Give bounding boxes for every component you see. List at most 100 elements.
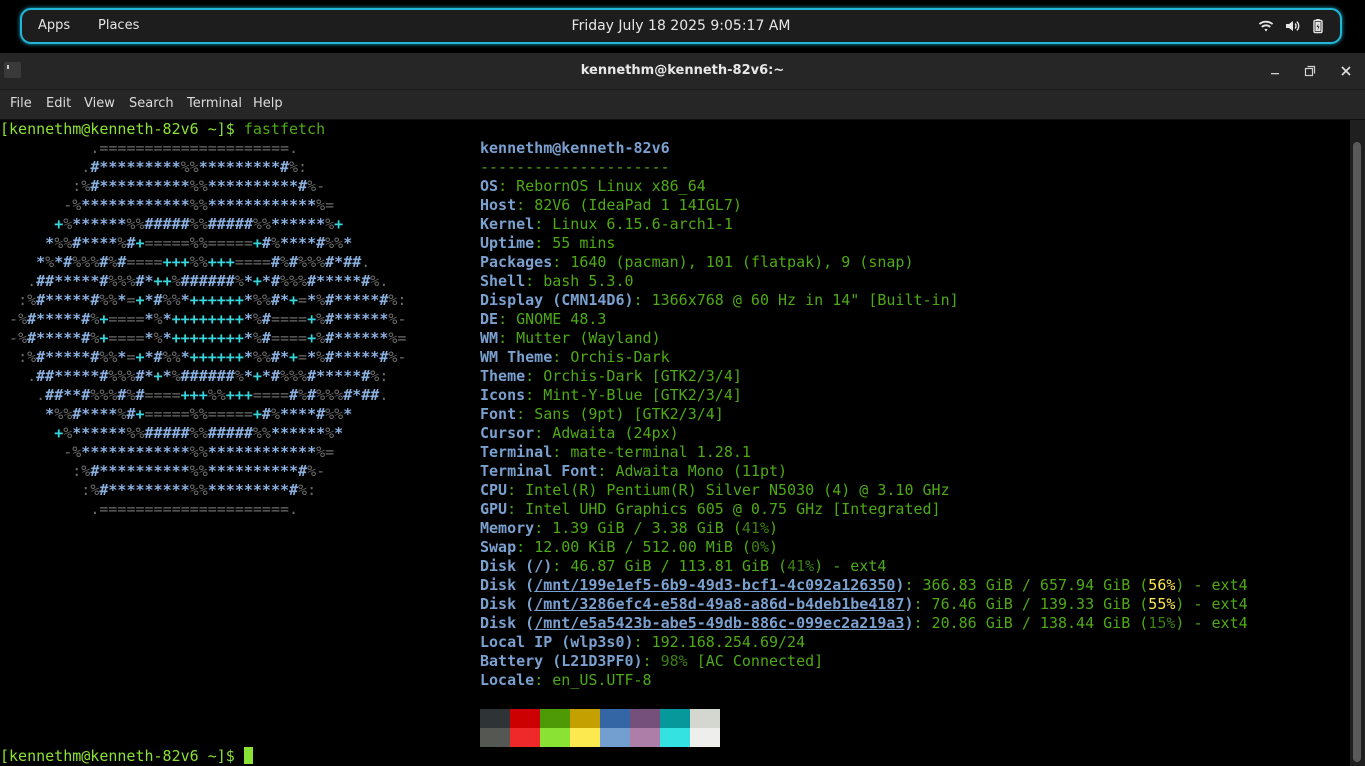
info-key: Uptime bbox=[480, 234, 535, 252]
info-value: 1640 (pacman), 101 (flatpak), 9 (snap) bbox=[570, 253, 914, 271]
info-row: Kernel: Linux 6.15.6-arch1-1 bbox=[480, 215, 733, 233]
window-title: kennethm@kenneth-82v6:~ bbox=[580, 63, 785, 78]
ascii-logo-row: :%#**********%%**********#%- bbox=[72, 177, 326, 195]
info-row: Uptime: 55 mins bbox=[480, 234, 616, 252]
ascii-logo-row: +%******%%#####%%#####%%******%* bbox=[54, 424, 344, 442]
color-swatch bbox=[630, 709, 660, 728]
color-swatch bbox=[690, 709, 720, 728]
color-swatch bbox=[540, 709, 570, 728]
disk-percent: 55% bbox=[1148, 595, 1176, 613]
info-disk: Disk (/mnt/e5a5423b-abe5-49db-886c-099ec… bbox=[480, 614, 1248, 632]
ascii-logo-row: :%#**********%%**********#%- bbox=[72, 462, 326, 480]
clock[interactable]: Friday July 18 2025 9:05:17 AM bbox=[22, 10, 1340, 42]
info-local-ip: Local IP (wlp3s0): 192.168.254.69/24 bbox=[480, 633, 806, 651]
color-palette bbox=[480, 709, 720, 747]
menu-help[interactable]: Help bbox=[253, 90, 283, 118]
info-disk: Disk (/): 46.87 GiB / 113.81 GiB (41%) -… bbox=[480, 557, 887, 575]
command-line: [kennethm@kenneth-82v6 ~]$ fastfetch bbox=[0, 120, 325, 139]
scrollbar[interactable] bbox=[1350, 120, 1365, 766]
info-value: 1.39 GiB / 3.38 GiB ( bbox=[552, 519, 742, 537]
info-value: mate-terminal 1.28.1 bbox=[570, 443, 751, 461]
color-swatch bbox=[510, 709, 540, 728]
places-menu-button[interactable]: Places bbox=[98, 10, 139, 42]
system-tray[interactable] bbox=[1258, 18, 1326, 34]
info-key: Cursor bbox=[480, 424, 535, 442]
info-disk: Disk (/mnt/3286efc4-e58d-49a8-a86d-b4deb… bbox=[480, 595, 1248, 613]
info-row: Cursor: Adwaita (24px) bbox=[480, 424, 679, 442]
ascii-logo-row: .=====================. bbox=[90, 139, 299, 157]
close-button[interactable] bbox=[1337, 62, 1355, 80]
info-key: WM Theme bbox=[480, 348, 553, 366]
prompt: [kennethm@kenneth-82v6 ~]$ bbox=[0, 747, 244, 765]
info-value: Intel(R) Pentium(R) Silver N5030 (4) @ 3… bbox=[525, 481, 950, 499]
menu-view[interactable]: View bbox=[84, 90, 115, 118]
disk-usage: 366.83 GiB / 657.94 GiB ( bbox=[922, 576, 1149, 594]
info-value: Sans (9pt) [GTK2/3/4] bbox=[534, 405, 724, 423]
info-key: WM bbox=[480, 329, 499, 347]
info-row: Terminal Font: Adwaita Mono (11pt) bbox=[480, 462, 788, 480]
separator: --------------------- bbox=[480, 158, 670, 176]
color-swatch bbox=[480, 709, 510, 728]
ascii-logo-row: .#*********%%*********#%: bbox=[81, 158, 308, 176]
menu-search[interactable]: Search bbox=[129, 90, 174, 118]
ascii-logo-row: *%*#%%%#%#====+++%%+++====#%#%%%#*##. bbox=[36, 253, 371, 271]
info-row: WM: Mutter (Wayland) bbox=[480, 329, 661, 347]
menu-file[interactable]: File bbox=[10, 90, 32, 118]
info-row: Terminal: mate-terminal 1.28.1 bbox=[480, 443, 751, 461]
ascii-logo-row: :%#*****#%%*=+*#%%*++++++*%%#*+=*%#*****… bbox=[18, 348, 407, 366]
terminal-area[interactable]: [kennethm@kenneth-82v6 ~]$ fastfetch .==… bbox=[0, 120, 1350, 766]
ascii-logo-row: *%%#****%#+=====%%=====+#%****#%%* bbox=[45, 405, 353, 423]
menu-edit[interactable]: Edit bbox=[46, 90, 71, 118]
apps-menu-button[interactable]: Apps bbox=[38, 10, 70, 42]
info-value: Orchis-Dark bbox=[570, 348, 670, 366]
info-key: OS bbox=[480, 177, 499, 195]
disk-suffix: ) - ext4 bbox=[1175, 595, 1248, 613]
disk-suffix: ) - ext4 bbox=[1175, 576, 1248, 594]
info-key: Shell bbox=[480, 272, 526, 290]
info-locale: Locale: en_US.UTF-8 bbox=[480, 671, 652, 689]
info-value: bash 5.3.0 bbox=[543, 272, 634, 290]
info-swap: Swap: 12.00 KiB / 512.00 MiB (0%) bbox=[480, 538, 779, 556]
info-row: Host: 82V6 (IdeaPad 1 14IGL7) bbox=[480, 196, 742, 214]
info-key: Host bbox=[480, 196, 517, 214]
info-value: 55 mins bbox=[552, 234, 616, 252]
minimize-icon bbox=[1271, 73, 1279, 75]
info-value: GNOME 48.3 bbox=[516, 310, 607, 328]
info-value: RebornOS Linux x86_64 bbox=[516, 177, 706, 195]
swap-percent: 0% bbox=[750, 538, 769, 556]
volume-icon[interactable] bbox=[1284, 18, 1300, 34]
active-prompt-line[interactable]: [kennethm@kenneth-82v6 ~]$ bbox=[0, 747, 253, 766]
menu-bar: File Edit View Search Terminal Help bbox=[0, 90, 1365, 120]
disk-suffix: ) - ext4 bbox=[1175, 614, 1248, 632]
window-titlebar[interactable]: kennethm@kenneth-82v6:~ bbox=[0, 53, 1365, 90]
disk-key: Disk ( bbox=[480, 557, 535, 575]
wifi-icon[interactable] bbox=[1258, 18, 1274, 34]
info-key: Terminal Font bbox=[480, 462, 598, 480]
disk-path[interactable]: /mnt/199e1ef5-6b9-49d3-bcf1-4c092a126350 bbox=[534, 576, 895, 594]
info-key: Battery (L21D3PF0) bbox=[480, 652, 643, 670]
info-value: Adwaita (24px) bbox=[552, 424, 679, 442]
info-separator: --------------------- bbox=[480, 158, 670, 177]
menu-terminal[interactable]: Terminal bbox=[187, 90, 242, 118]
minimize-button[interactable] bbox=[1266, 62, 1284, 80]
info-row: OS: RebornOS Linux x86_64 bbox=[480, 177, 706, 195]
top-panel: Friday July 18 2025 9:05:17 AM Apps Plac… bbox=[0, 0, 1365, 53]
color-swatch bbox=[540, 728, 570, 747]
battery-icon[interactable] bbox=[1310, 18, 1326, 34]
disk-percent: 56% bbox=[1148, 576, 1176, 594]
maximize-button[interactable] bbox=[1301, 62, 1319, 80]
memory-percent: 41% bbox=[741, 519, 769, 537]
color-swatch bbox=[510, 728, 540, 747]
ascii-logo-row: .##*****#%%%#*++%######%*+*#%%%#*****#%. bbox=[27, 272, 389, 290]
disk-path[interactable]: /mnt/e5a5423b-abe5-49db-886c-099ec2a219a… bbox=[534, 614, 904, 632]
scroll-thumb[interactable] bbox=[1353, 142, 1361, 762]
prompt: [kennethm@kenneth-82v6 ~]$ bbox=[0, 120, 244, 138]
info-value: Mint-Y-Blue [GTK2/3/4] bbox=[543, 386, 742, 404]
ascii-logo-row: -%************%%************%= bbox=[63, 196, 335, 214]
info-key: Local IP (wlp3s0) bbox=[480, 633, 634, 651]
info-key: Kernel bbox=[480, 215, 535, 233]
disk-path[interactable]: /mnt/3286efc4-e58d-49a8-a86d-b4deb1be418… bbox=[534, 595, 904, 613]
info-row: Shell: bash 5.3.0 bbox=[480, 272, 634, 290]
color-swatch bbox=[690, 728, 720, 747]
info-suffix: ) bbox=[769, 519, 779, 537]
